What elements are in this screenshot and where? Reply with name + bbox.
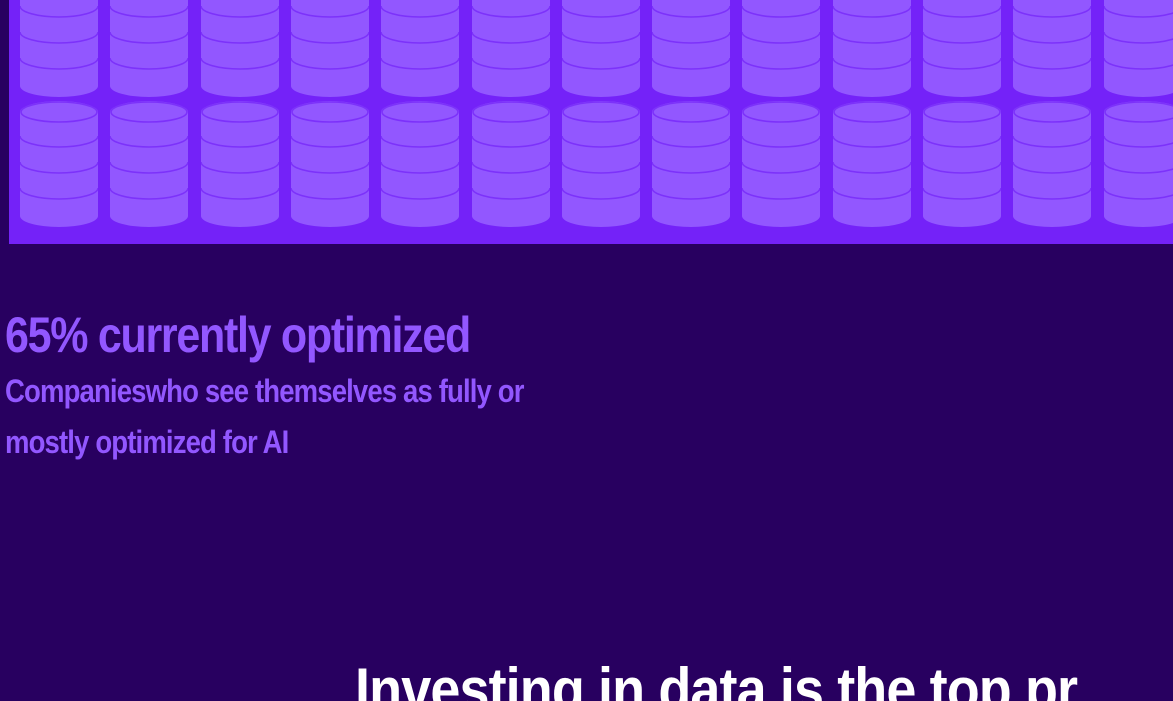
database-icon [922, 101, 1002, 227]
database-illustration-panel [9, 0, 1173, 244]
database-icon [831, 101, 912, 227]
database-icon [741, 101, 822, 227]
database-icon [651, 0, 731, 97]
database-icon [831, 0, 912, 97]
database-icon [560, 101, 641, 227]
database-icon [651, 101, 731, 227]
database-icon [199, 101, 280, 227]
stat-caption: Companieswho see themselves as fully or … [5, 373, 524, 460]
database-icon [1012, 101, 1093, 227]
stat-block: 65% currently optimized Companieswho see… [5, 304, 605, 468]
database-icon [470, 101, 551, 227]
database-icon [560, 0, 641, 97]
database-icon [1012, 0, 1093, 97]
stat-headline: 65% currently optimized [5, 307, 471, 363]
database-icon [922, 0, 1002, 97]
database-icon [741, 0, 822, 97]
database-icon [109, 101, 190, 227]
database-icon [199, 0, 280, 97]
database-icon [290, 0, 370, 97]
database-icon [380, 0, 460, 97]
database-icon [109, 0, 190, 97]
database-icon [19, 0, 99, 97]
database-icon [290, 101, 370, 227]
database-icon [1102, 0, 1173, 97]
section-heading: Investing in data is the top pr [355, 656, 1078, 701]
database-icon [19, 101, 99, 227]
database-icon [1102, 101, 1173, 227]
database-icon [380, 101, 460, 227]
database-icon [470, 0, 551, 97]
